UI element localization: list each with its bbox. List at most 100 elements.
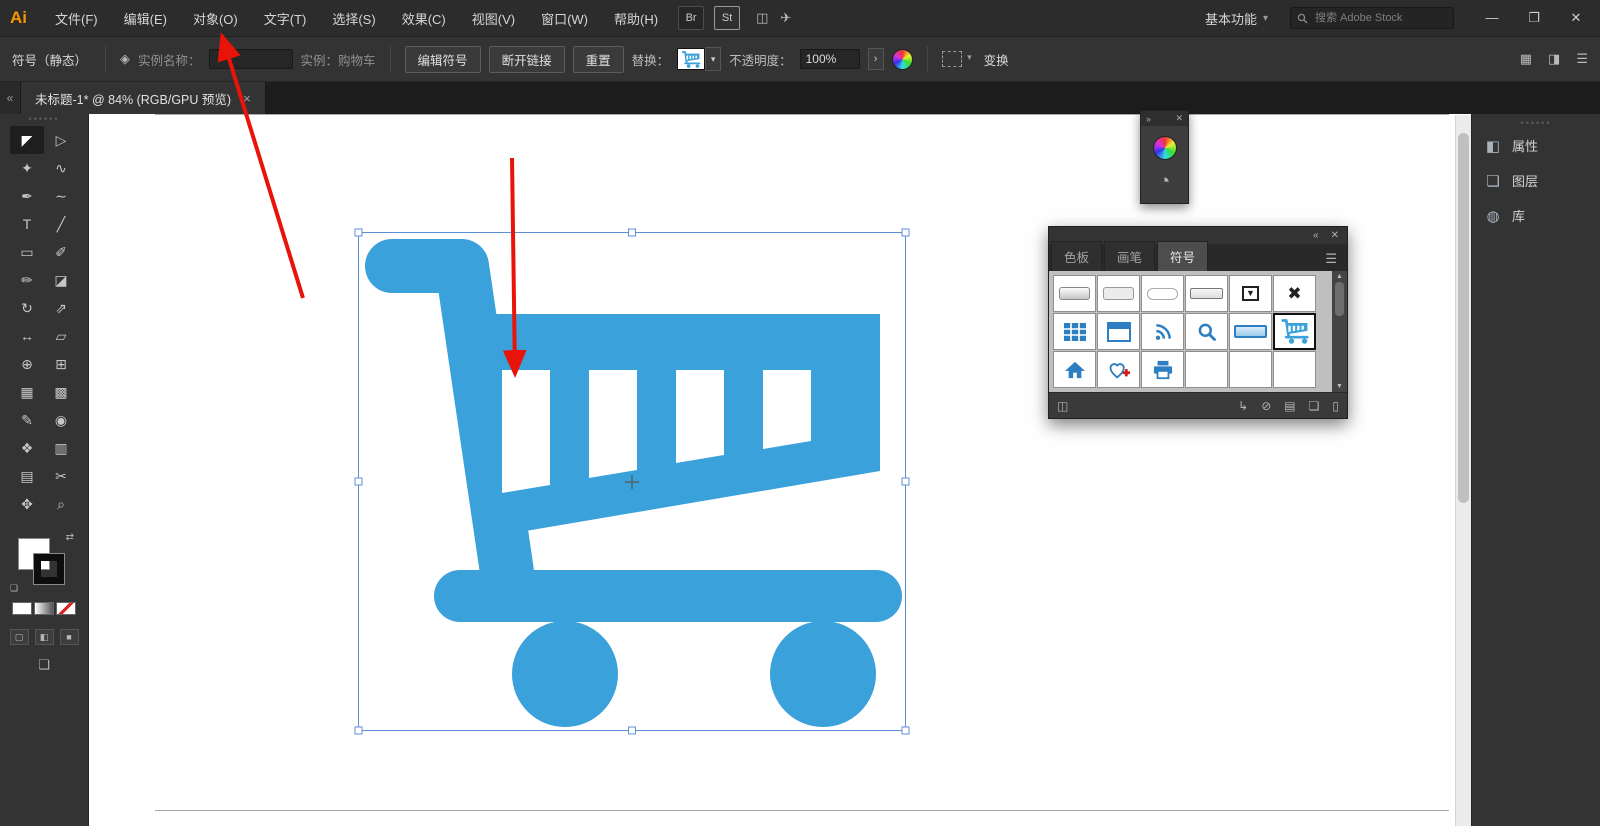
search-symbol[interactable] xyxy=(1185,313,1228,350)
rotate-tool[interactable]: ↻ xyxy=(10,294,44,322)
tab-swatches[interactable]: 色板 xyxy=(1051,241,1102,271)
screen-mode-full-icon[interactable]: ■ xyxy=(60,629,79,645)
print-symbol[interactable] xyxy=(1141,351,1184,388)
blend-tool[interactable]: ◉ xyxy=(44,406,78,434)
curvature-tool[interactable]: ∼ xyxy=(44,182,78,210)
panel-grip[interactable]: •••••• xyxy=(1472,118,1600,128)
search-input[interactable] xyxy=(1313,11,1437,25)
dock-item-libraries[interactable]: ◍库 xyxy=(1472,198,1600,233)
stock-search[interactable] xyxy=(1290,7,1454,29)
grid-view-icon[interactable]: ▦ xyxy=(1520,51,1532,67)
type-tool[interactable]: T xyxy=(10,210,44,238)
pen-tool[interactable]: ✒ xyxy=(10,182,44,210)
shape-builder-tool[interactable]: ⊕ xyxy=(10,350,44,378)
direct-selection-tool[interactable]: ▷ xyxy=(44,126,78,154)
gradient-button[interactable] xyxy=(34,602,54,615)
close-panel-icon[interactable]: ✕ xyxy=(1331,230,1339,241)
dock-item-properties[interactable]: ◧属性 xyxy=(1472,128,1600,163)
tab-brushes[interactable]: 画笔 xyxy=(1104,241,1155,271)
artboard-tool[interactable]: ▤ xyxy=(10,462,44,490)
stock-icon[interactable]: St xyxy=(714,6,740,30)
rss-feed-symbol[interactable] xyxy=(1141,313,1184,350)
selection-tool[interactable]: ◤ xyxy=(10,126,44,154)
symbol-sprayer-tool[interactable]: ❖ xyxy=(10,434,44,462)
zoom-tool[interactable]: ⌕ xyxy=(44,490,78,518)
place-symbol-instance-icon[interactable]: ↳ xyxy=(1238,399,1248,413)
tab-close-icon[interactable]: × xyxy=(243,91,251,106)
web-bar-symbol[interactable] xyxy=(1185,275,1228,312)
default-fill-stroke-icon[interactable]: ❏ xyxy=(10,583,18,594)
bridge-icon[interactable]: Br xyxy=(678,6,704,30)
transform-link[interactable]: 变换 xyxy=(984,50,1009,69)
slice-tool[interactable]: ✂ xyxy=(44,462,78,490)
menu-item-view[interactable]: 视图(V) xyxy=(462,5,525,32)
swap-fill-stroke-icon[interactable]: ⇄ xyxy=(66,532,74,543)
scroll-up-icon[interactable]: ▲ xyxy=(1336,273,1343,280)
close-button-symbol[interactable]: ✖ xyxy=(1273,275,1316,312)
document-tab[interactable]: 未标题-1* @ 84% (RGB/GPU 预览) × xyxy=(21,82,266,114)
menu-item-edit[interactable]: 编辑(E) xyxy=(114,5,177,32)
instance-name-input[interactable] xyxy=(209,49,293,69)
web-button-flat-symbol[interactable] xyxy=(1097,275,1140,312)
color-panel-icon[interactable] xyxy=(1153,136,1177,160)
menu-item-window[interactable]: 窗口(W) xyxy=(531,5,598,32)
replace-symbol-dropdown[interactable]: ▾ xyxy=(677,47,721,71)
minimize-icon[interactable]: — xyxy=(1482,10,1502,26)
collapse-dock-icon[interactable]: « xyxy=(0,82,21,114)
scale-tool[interactable]: ⇗ xyxy=(44,294,78,322)
shopping-cart-symbol[interactable] xyxy=(1273,313,1316,350)
dock-columns-icon[interactable]: ◨ xyxy=(1548,51,1560,67)
menu-item-help[interactable]: 帮助(H) xyxy=(604,5,668,32)
break-link-button[interactable]: 断开链接 xyxy=(489,46,565,73)
panel-grip[interactable]: •••••• xyxy=(29,114,60,124)
gradient-tool[interactable]: ▩ xyxy=(44,378,78,406)
web-button-white-symbol[interactable] xyxy=(1141,275,1184,312)
home-symbol[interactable] xyxy=(1053,351,1096,388)
scrollbar-thumb[interactable] xyxy=(1335,282,1344,316)
magic-wand-tool[interactable]: ✦ xyxy=(10,154,44,182)
menu-item-select[interactable]: 选择(S) xyxy=(322,5,385,32)
close-icon[interactable]: ✕ xyxy=(1566,10,1586,26)
color-guide-panel-icon[interactable]: ◔ xyxy=(1159,172,1170,191)
perspective-grid-tool[interactable]: ⊞ xyxy=(44,350,78,378)
break-symbol-link-icon[interactable]: ⊘ xyxy=(1261,399,1271,413)
free-transform-tool[interactable]: ▱ xyxy=(44,322,78,350)
restore-icon[interactable]: ❐ xyxy=(1524,10,1544,26)
collapse-panel-icon[interactable]: « xyxy=(1313,230,1319,241)
column-graph-tool[interactable]: ▥ xyxy=(44,434,78,462)
panel-scrollbar[interactable]: ▲ ▼ xyxy=(1332,271,1347,392)
eyedropper-tool[interactable]: ✎ xyxy=(10,406,44,434)
eraser-tool[interactable]: ◪ xyxy=(44,266,78,294)
stroke-swatch[interactable] xyxy=(34,554,64,584)
new-symbol-icon[interactable]: ❏ xyxy=(1309,399,1320,413)
symbol-options-icon[interactable]: ▤ xyxy=(1284,399,1295,413)
menu-item-file[interactable]: 文件(F) xyxy=(45,5,108,32)
web-button-blue-symbol[interactable] xyxy=(1229,313,1272,350)
shaper-tool[interactable]: ✏ xyxy=(10,266,44,294)
paintbrush-tool[interactable]: ✐ xyxy=(44,238,78,266)
gpu-performance-icon[interactable]: ✈ xyxy=(780,10,791,26)
dropdown-arrow-symbol[interactable]: ▼ xyxy=(1229,275,1272,312)
close-panel-icon[interactable]: ✕ xyxy=(1175,113,1183,124)
vertical-scrollbar[interactable] xyxy=(1455,115,1471,826)
hand-tool[interactable]: ✥ xyxy=(10,490,44,518)
canvas[interactable] xyxy=(89,114,1471,826)
edit-symbol-button[interactable]: 编辑符号 xyxy=(405,46,481,73)
opacity-expand-icon[interactable]: › xyxy=(868,48,884,70)
menu-item-object[interactable]: 对象(O) xyxy=(183,5,248,32)
color-button[interactable] xyxy=(12,602,32,615)
rectangle-tool[interactable]: ▭ xyxy=(10,238,44,266)
mesh-tool[interactable]: ▦ xyxy=(10,378,44,406)
recolor-artwork-icon[interactable] xyxy=(892,49,913,70)
scroll-down-icon[interactable]: ▼ xyxy=(1336,383,1343,390)
menu-item-type[interactable]: 文字(T) xyxy=(254,5,317,32)
tab-symbols[interactable]: 符号 xyxy=(1157,241,1208,271)
bounding-box-icon[interactable] xyxy=(942,51,962,67)
add-to-favorites-symbol[interactable] xyxy=(1097,351,1140,388)
lasso-tool[interactable]: ∿ xyxy=(44,154,78,182)
delete-symbol-icon[interactable]: ▯ xyxy=(1332,399,1339,413)
web-button-raised-symbol[interactable] xyxy=(1053,275,1096,312)
opacity-input[interactable]: 100% xyxy=(800,49,860,69)
symbol-libraries-menu-icon[interactable]: ◫ xyxy=(1057,399,1068,413)
line-segment-tool[interactable]: ╱ xyxy=(44,210,78,238)
